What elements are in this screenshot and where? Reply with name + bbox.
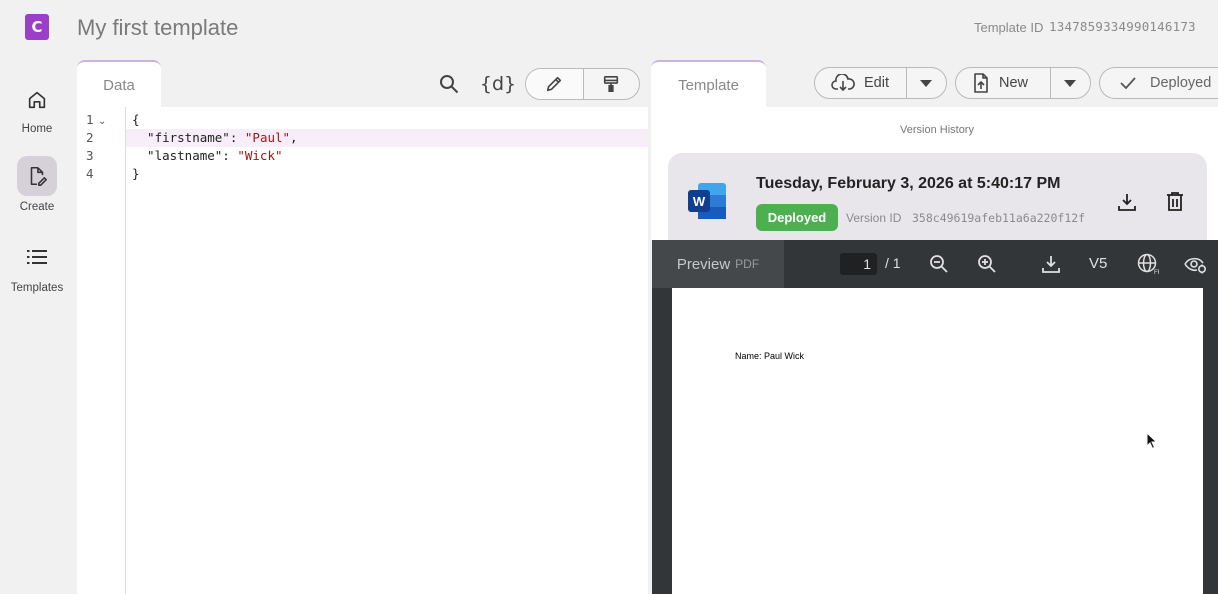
deployed-button-content: Deployed: [1100, 68, 1218, 98]
home-icon: [17, 80, 57, 120]
create-document-icon: [17, 156, 57, 196]
edit-button-group: Edit: [814, 67, 947, 99]
sidebar-item-create[interactable]: Create: [0, 156, 74, 213]
json-key: "lastname":: [132, 148, 238, 163]
zoom-in-icon[interactable]: [975, 253, 999, 275]
visibility-settings-icon[interactable]: [1183, 252, 1209, 276]
deployed-button[interactable]: Deployed: [1099, 67, 1218, 99]
mouse-cursor-icon: [1146, 431, 1158, 455]
deployed-label: Deployed: [1150, 75, 1212, 91]
caret-down-icon: [1064, 79, 1077, 87]
pencil-icon: [547, 76, 562, 92]
edit-label: Edit: [864, 75, 889, 91]
tab-template[interactable]: Template: [651, 60, 766, 108]
sidebar-item-label: Create: [19, 201, 55, 213]
edit-mode-button[interactable]: [526, 69, 583, 99]
line-number: 1: [86, 112, 94, 127]
page-total: / 1: [885, 255, 901, 271]
language-globe-icon[interactable]: FR: [1135, 252, 1161, 276]
line-number: 4: [86, 166, 94, 181]
template-title[interactable]: My first template: [77, 15, 238, 41]
sidebar-item-home[interactable]: Home: [0, 80, 74, 135]
json-editor[interactable]: [77, 107, 648, 594]
editor-mode-toggle: [525, 68, 640, 100]
cloud-download-icon: [831, 74, 855, 92]
code-line[interactable]: {: [132, 112, 140, 127]
version-selector[interactable]: V5: [1089, 255, 1107, 272]
download-version-icon[interactable]: [1115, 190, 1139, 214]
template-id-value: 1347859334990146173: [1049, 19, 1196, 34]
template-id-label: Template ID: [974, 20, 1044, 35]
list-icon: [17, 237, 57, 277]
new-label: New: [999, 75, 1029, 91]
zoom-out-icon[interactable]: [927, 253, 951, 275]
page-number-input[interactable]: 1: [840, 253, 877, 275]
new-dropdown-button[interactable]: [1049, 68, 1090, 98]
new-button[interactable]: New: [956, 68, 1050, 98]
version-date: Tuesday, February 3, 2026 at 5:40:17 PM: [756, 175, 1061, 192]
pdf-document-text: Name: Paul Wick: [735, 351, 805, 361]
json-key: "firstname":: [132, 130, 245, 145]
json-string-value: "Paul": [244, 130, 291, 145]
preview-tab-label: Preview: [676, 255, 731, 273]
tab-data[interactable]: Data: [77, 60, 161, 108]
variables-icon[interactable]: {d}: [480, 70, 516, 98]
code-token: }: [132, 166, 140, 181]
code-token: ,: [290, 130, 298, 145]
trash-icon[interactable]: [1163, 189, 1187, 213]
caret-down-icon: [920, 79, 933, 87]
search-icon[interactable]: [437, 72, 461, 96]
paint-roller-icon: [604, 75, 619, 93]
edit-dropdown-button[interactable]: [905, 68, 946, 98]
preview-format-label: PDF: [735, 257, 760, 271]
sidebar-item-label: Home: [21, 123, 53, 135]
word-icon-letter: W: [693, 194, 706, 209]
tab-preview[interactable]: Preview PDF: [652, 240, 784, 288]
edit-button[interactable]: Edit: [815, 68, 906, 98]
sidebar-item-label: Templates: [10, 282, 64, 294]
check-icon: [1120, 77, 1136, 89]
app-logo[interactable]: C: [25, 14, 49, 40]
status-badge: Deployed: [756, 204, 838, 231]
language-code: FR: [1154, 270, 1159, 275]
fold-chevron-icon[interactable]: ⌄: [98, 116, 106, 127]
code-line[interactable]: "firstname": "Paul",: [132, 130, 298, 145]
json-string-value: "Wick": [237, 148, 283, 163]
new-button-group: New: [955, 67, 1091, 99]
editor-gutter: [77, 107, 126, 594]
version-history-label: Version History: [900, 124, 974, 136]
version-id-value: 358c49619afeb11a6a220f12f: [912, 211, 1086, 225]
pdf-page: [672, 288, 1203, 594]
word-file-icon: W: [688, 182, 728, 220]
version-id-label: Version ID: [846, 211, 902, 225]
sidebar-item-templates[interactable]: Templates: [0, 237, 74, 294]
code-line[interactable]: "lastname": "Wick": [132, 148, 283, 163]
code-token: {: [132, 112, 140, 127]
style-mode-button[interactable]: [582, 69, 640, 99]
code-line[interactable]: }: [132, 166, 140, 181]
download-pdf-icon[interactable]: [1039, 253, 1063, 275]
line-number: 2: [86, 130, 94, 145]
file-upload-icon: [974, 73, 988, 93]
line-number: 3: [86, 148, 94, 163]
